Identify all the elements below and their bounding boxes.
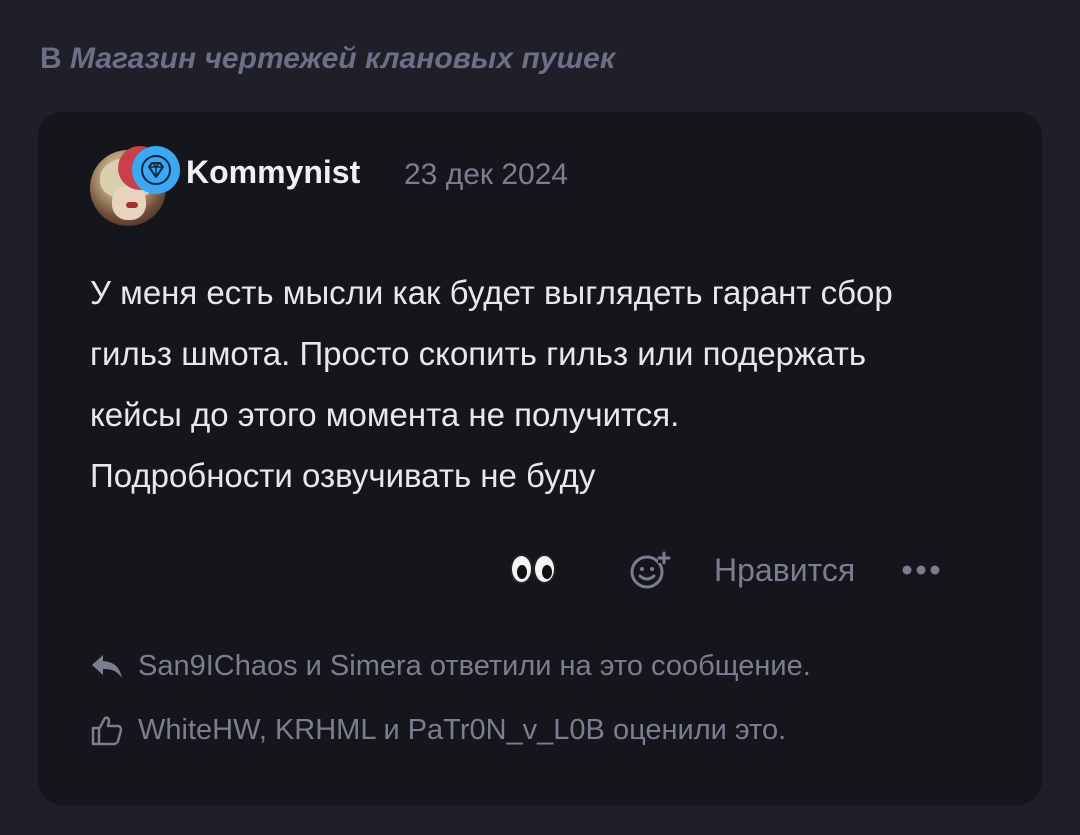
add-reaction-icon[interactable] xyxy=(628,550,672,590)
breadcrumb: В Магазин чертежей клановых пушек xyxy=(40,42,615,76)
post-date[interactable]: 23 дек 2024 xyxy=(404,158,568,192)
post-body-line: У меня есть мысли как будет выглядеть га… xyxy=(90,274,893,311)
eyes-emoji-reaction[interactable] xyxy=(508,550,560,590)
breadcrumb-forum-link[interactable]: Магазин чертежей клановых пушек xyxy=(70,42,615,75)
likes-summary[interactable]: WhiteHW, KRHML и PaTr0N_v_L0B оценили эт… xyxy=(90,710,786,750)
likes-summary-text: WhiteHW, KRHML и PaTr0N_v_L0B оценили эт… xyxy=(138,713,787,746)
replies-summary-text: San9IChaos и Simera ответили на это сооб… xyxy=(138,649,811,682)
post-body-line: кейсы до этого момента не получится. xyxy=(90,396,680,433)
post-card: Kommynist 23 дек 2024 У меня есть мысли … xyxy=(38,112,1042,805)
diamond-badge-icon xyxy=(132,146,180,194)
replies-summary[interactable]: San9IChaos и Simera ответили на это сооб… xyxy=(90,646,811,686)
reply-arrow-icon xyxy=(92,655,122,678)
more-dots-icon[interactable] xyxy=(901,550,941,590)
breadcrumb-prefix: В xyxy=(40,42,62,75)
author-username[interactable]: Kommynist xyxy=(186,154,360,191)
like-button[interactable]: Нравится xyxy=(714,552,855,589)
author-avatar-group[interactable] xyxy=(90,132,180,226)
thumbs-up-icon xyxy=(91,716,123,746)
post-body-line: гильз шмота. Просто скопить гильз или по… xyxy=(90,335,867,372)
post-body: У меня есть мысли как будет выглядеть га… xyxy=(90,262,1010,506)
post-actions: Нравится xyxy=(508,550,941,590)
post-body-line: Подробности озвучивать не буду xyxy=(90,457,596,494)
